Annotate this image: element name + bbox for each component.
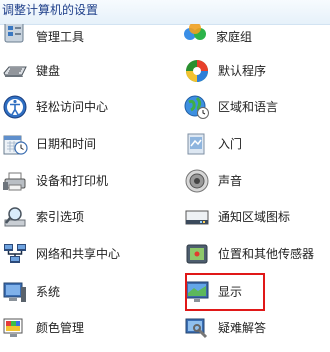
default-programs-label: 默认程序	[218, 64, 267, 78]
control-panel-item-network-sharing[interactable]: 网络和共享中心	[2, 240, 152, 268]
troubleshooting-label: 疑难解答	[218, 321, 267, 335]
calendar-clock-icon	[3, 135, 28, 155]
default-programs-icon	[186, 60, 208, 82]
speaker-icon	[185, 169, 209, 193]
control-panel-item-notification-area-icons[interactable]: 通知区域图标	[184, 203, 330, 231]
location-sensors-label: 位置和其他传感器	[218, 247, 315, 261]
notification-area-icons-label: 通知区域图标	[218, 210, 291, 224]
troubleshooting-icon	[185, 318, 208, 339]
color-management-icon	[3, 318, 23, 337]
control-panel-item-troubleshooting[interactable]: 疑难解答	[184, 314, 330, 342]
control-panel-item-indexing-options[interactable]: 索引选项	[2, 203, 152, 231]
getting-started-icon	[187, 133, 205, 155]
control-panel-item-region-language[interactable]: 区域和语言	[184, 93, 330, 121]
network-sharing-label: 网络和共享中心	[36, 247, 121, 261]
region-language-label: 区域和语言	[218, 100, 279, 114]
control-panel-item-admin-tools[interactable]: 管理工具	[2, 24, 152, 44]
keyboard-icon	[3, 66, 27, 77]
control-panel-item-system[interactable]: 系统	[2, 278, 152, 306]
page-title: 调整计算机的设置	[2, 3, 99, 17]
control-panel-item-homegroup[interactable]: 家庭组	[182, 24, 330, 44]
control-panel-item-ease-of-access[interactable]: 轻松访问中心	[2, 93, 152, 121]
control-panel-item-date-time[interactable]: 日期和时间	[2, 130, 152, 158]
ease-of-access-icon	[3, 95, 27, 119]
window-header: 调整计算机的设置	[0, 0, 330, 25]
admin-tools-label: 管理工具	[36, 30, 85, 44]
keyboard-label: 键盘	[36, 64, 61, 78]
network-icon	[4, 244, 26, 263]
control-panel-item-default-programs[interactable]: 默认程序	[184, 57, 330, 85]
control-panel-item-devices-printers[interactable]: 设备和打印机	[2, 167, 152, 195]
control-panel-item-location-sensors[interactable]: 位置和其他传感器	[184, 240, 330, 268]
admin-tools-icon	[4, 24, 24, 43]
system-label: 系统	[36, 285, 61, 299]
control-panel-item-getting-started[interactable]: 入门	[184, 130, 330, 158]
location-sensor-icon	[186, 244, 208, 264]
computer-system-icon	[3, 282, 26, 302]
printer-icon	[3, 172, 26, 191]
globe-clock-icon	[184, 95, 209, 119]
color-management-label: 颜色管理	[36, 321, 85, 335]
display-highlight-box	[185, 273, 265, 311]
getting-started-label: 入门	[218, 137, 243, 151]
homegroup-icon	[184, 24, 206, 40]
date-time-label: 日期和时间	[36, 137, 97, 151]
homegroup-label: 家庭组	[216, 30, 253, 44]
control-panel-item-sound[interactable]: 声音	[184, 167, 330, 195]
control-panel-item-color-management[interactable]: 颜色管理	[2, 314, 152, 342]
devices-printers-label: 设备和打印机	[36, 174, 109, 188]
magnifier-index-icon	[4, 207, 26, 227]
indexing-options-label: 索引选项	[36, 210, 85, 224]
control-panel-item-keyboard[interactable]: 键盘	[2, 57, 152, 85]
notification-area-icon	[185, 210, 209, 225]
sound-label: 声音	[218, 174, 243, 188]
ease-of-access-label: 轻松访问中心	[36, 100, 109, 114]
